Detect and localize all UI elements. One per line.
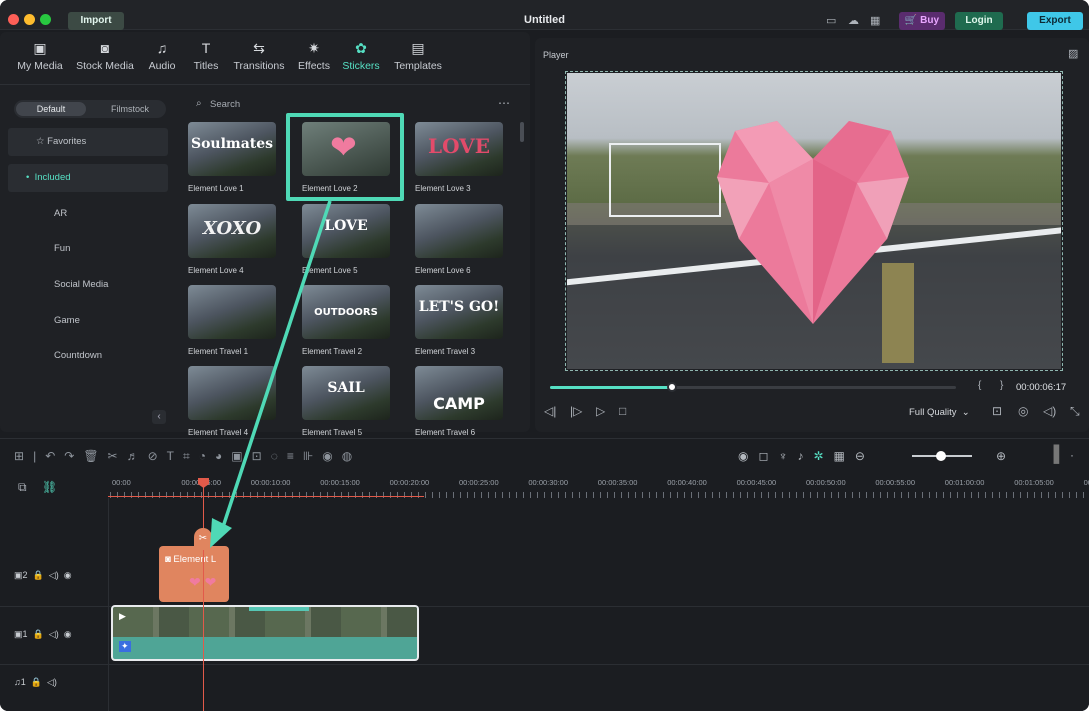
drag-arrow [210,200,332,548]
app-window: Import Untitled ▭ ☁ ▦ 🛒 Buy Login Export… [0,0,1089,711]
